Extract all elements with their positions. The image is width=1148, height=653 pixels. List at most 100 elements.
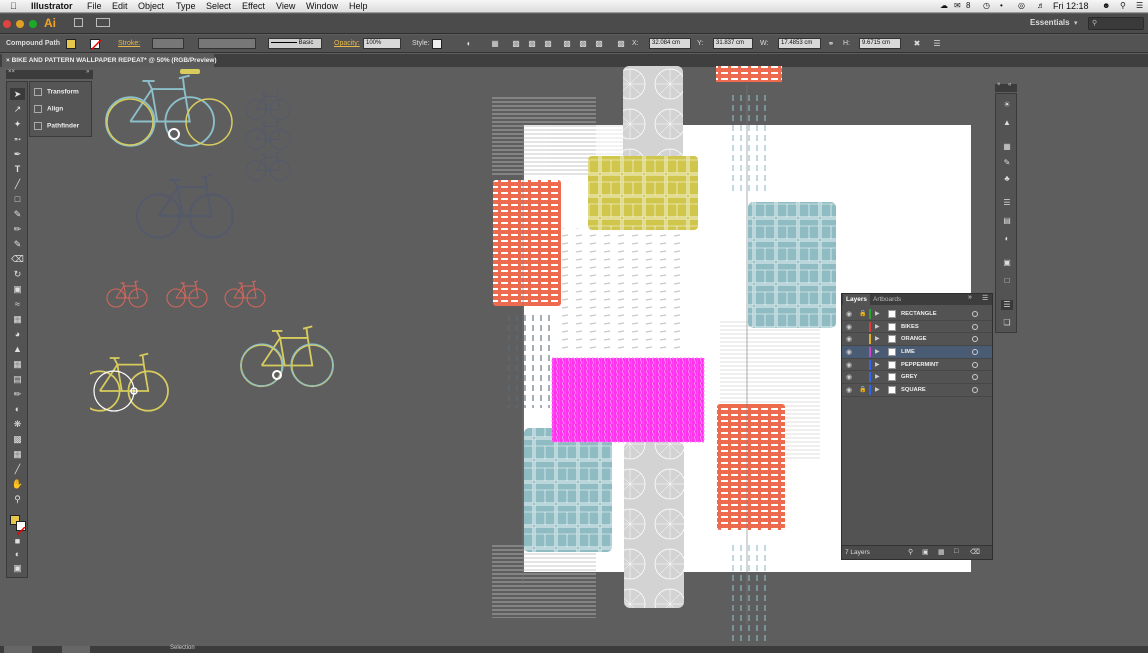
menu-window[interactable]: Window [306,1,338,11]
dropbox-icon[interactable]: ☁ [940,1,948,10]
appearance-icon[interactable]: ☀ [1001,100,1013,110]
expand-triangle-icon[interactable]: ▶ [875,361,880,368]
align-bottom-icon[interactable]: ▩ [594,39,604,49]
visibility-eye-icon[interactable]: ◉ [846,373,852,381]
graphic-styles-icon[interactable]: ▣ [1001,258,1013,268]
layer-name[interactable]: ORANGE [901,336,926,342]
symbols-icon[interactable]: ♣ [1001,174,1013,184]
perspective-grid-tool-icon[interactable]: ▲ [10,343,25,355]
notification-center-icon[interactable]: ☰ [1136,1,1143,10]
make-clipping-mask-icon[interactable]: ▣ [922,548,929,556]
lock-icon[interactable]: 🔒 [859,310,866,317]
fill-swatch[interactable] [66,39,76,49]
color-guide-icon[interactable]: ▲ [1001,118,1013,128]
zoom-tool-icon[interactable]: ⚲ [10,493,25,505]
tick-pattern-teal-2[interactable] [726,542,772,642]
transform-panel-button[interactable]: Transform [34,88,79,96]
bridge-icon[interactable] [74,18,83,27]
align-middle-icon[interactable]: ▩ [578,39,588,49]
layer-row[interactable]: ◉ ▶ ORANGE [842,333,992,347]
gradient-icon[interactable]: ▤ [1001,216,1013,226]
recolor-artwork-icon[interactable]: ◐ [464,39,474,49]
eyedropper-tool-icon[interactable]: ✏ [10,388,25,400]
close-dock-icon[interactable]: × [997,82,1001,88]
current-tool-status[interactable]: Selection [170,645,195,651]
bike-red-1[interactable] [106,280,148,308]
dock-header[interactable]: × « [995,82,1017,92]
lasso-tool-icon[interactable]: ➵ [10,133,25,145]
wifi-icon[interactable]: ◎ [1018,1,1025,10]
layer-name[interactable]: GREY [901,374,917,380]
visibility-eye-icon[interactable]: ◉ [846,335,852,343]
layers-icon[interactable]: ☰ [1001,300,1013,310]
scale-tool-icon[interactable]: ▣ [10,283,25,295]
locate-object-icon[interactable]: ⚲ [908,548,913,556]
menu-type[interactable]: Type [176,1,196,11]
arrange-documents-icon[interactable] [96,18,110,27]
column-graph-tool-icon[interactable]: ▩ [10,433,25,445]
bluetooth-icon[interactable]: • [1000,1,1003,10]
bike-illustrations[interactable] [90,64,350,414]
paintbrush-tool-icon[interactable]: ✎ [10,208,25,220]
align-right-icon[interactable]: ▩ [543,39,553,49]
layer-name[interactable]: BIKES [901,324,919,330]
symbol-sprayer-tool-icon[interactable]: ❋ [10,418,25,430]
tick-pattern-teal-1[interactable] [726,92,772,192]
screen-mode-icon[interactable]: ▣ [10,562,25,574]
pencil-tool-icon[interactable]: ✏ [10,223,25,235]
layer-name[interactable]: RECTANGLE [901,311,937,317]
menu-effect[interactable]: Effect [242,1,265,11]
expand-triangle-icon[interactable]: ▶ [875,310,880,317]
bike-red-3[interactable] [224,280,266,308]
new-sublayer-icon[interactable]: ▦ [938,548,945,556]
tab-artboards[interactable]: Artboards [873,296,901,303]
bike-dark-small-2[interactable] [245,120,291,150]
free-transform-tool-icon[interactable]: ▦ [10,313,25,325]
close-window-button[interactable] [3,20,11,28]
graphic-style-swatch[interactable] [432,39,442,49]
expand-triangle-icon[interactable]: ▶ [875,348,880,355]
x-field[interactable]: 32.084 cm [649,38,691,49]
blend-tool-icon[interactable]: ◐ [10,403,25,415]
layer-row[interactable]: ◉ ▶ BIKES [842,321,992,334]
bike-dark-medium[interactable] [135,174,235,239]
artboard-navigation-field[interactable] [62,646,90,653]
height-field[interactable]: 9.6715 cm [859,38,901,49]
new-layer-icon[interactable]: □ [954,548,958,555]
pen-tool-icon[interactable]: ✒ [10,148,25,160]
layer-name[interactable]: PEPPERMINT [901,362,939,368]
visibility-eye-icon[interactable]: ◉ [846,361,852,369]
target-circle-icon[interactable] [972,349,978,356]
wallpaper-pattern[interactable] [490,64,850,646]
color-mode-icon[interactable]: ■ [10,535,25,547]
tab-layers[interactable]: Layers [843,294,870,305]
rectangle-tool-icon[interactable]: □ [10,193,25,205]
panel-menu-icon[interactable]: ☰ [982,294,988,302]
opacity-label[interactable]: Opacity: [334,40,360,47]
workspace-switcher[interactable]: Essentials [1030,18,1070,27]
draw-mode-icon[interactable]: ◐ [10,548,25,560]
bike-dark-small-1[interactable] [245,90,291,120]
width-field[interactable]: 17.4853 cm [778,38,821,49]
direct-selection-tool-icon[interactable]: ↗ [10,103,25,115]
expand-triangle-icon[interactable]: ▶ [875,323,880,330]
variable-width-profile[interactable] [198,38,256,49]
spotlight-icon[interactable]: ⚲ [1120,1,1126,10]
menu-view[interactable]: View [276,1,295,11]
align-to-icon[interactable]: ▦ [490,39,500,49]
menu-file[interactable]: File [87,1,102,11]
layer-row[interactable]: ◉ 🔒 ▶ RECTANGLE [842,308,992,321]
target-circle-icon[interactable] [972,387,978,394]
transform-icon[interactable]: ✖ [912,39,922,49]
lock-icon[interactable]: 🔒 [859,386,866,393]
width-tool-icon[interactable]: ≈ [10,298,25,310]
layer-row[interactable]: ◉ 🔒 ▶ SQUARE [842,384,992,397]
brushes-icon[interactable]: ✎ [1001,158,1013,168]
align-top-icon[interactable]: ▩ [562,39,572,49]
align-panel-button[interactable]: Align [34,105,63,113]
visibility-eye-icon[interactable]: ◉ [846,323,852,331]
bike-yellow-teal[interactable] [240,325,334,388]
reference-point-icon[interactable]: ▩ [616,39,626,49]
layer-row[interactable]: ◉ ▶ GREY [842,371,992,385]
expand-triangle-icon[interactable]: ▶ [875,386,880,393]
